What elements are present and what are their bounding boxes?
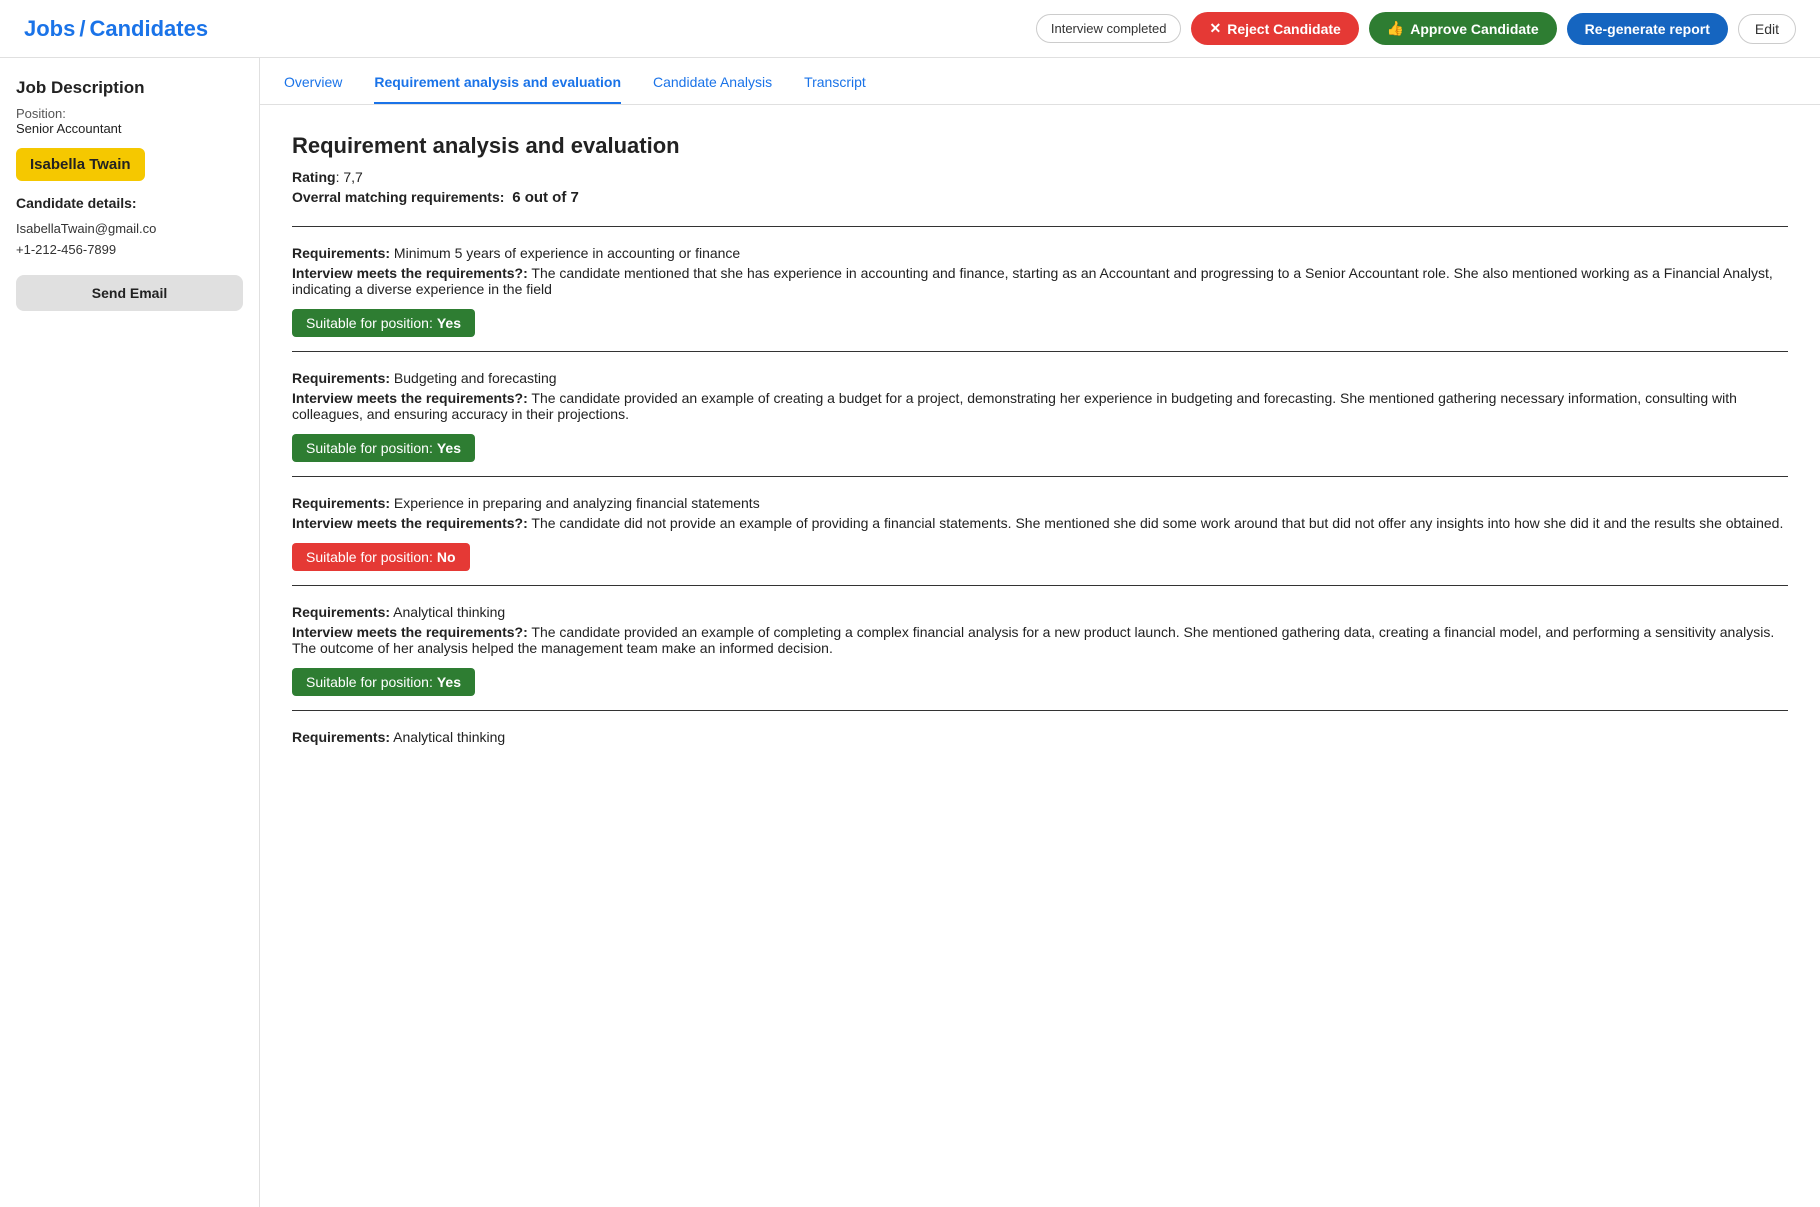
requirement-block-5: Requirements: Analytical thinking [292, 710, 1788, 763]
page-title: Requirement analysis and evaluation [292, 133, 1788, 159]
reject-candidate-button[interactable]: ✕ Reject Candidate [1191, 12, 1358, 45]
req-meets-4: Interview meets the requirements?: The c… [292, 624, 1788, 656]
regenerate-report-button[interactable]: Re-generate report [1567, 13, 1728, 45]
tabs: Overview Requirement analysis and evalua… [260, 58, 1820, 105]
req-meets-text-3: The candidate did not provide an example… [531, 515, 1783, 531]
req-meets-3: Interview meets the requirements?: The c… [292, 515, 1788, 531]
req-title-3: Requirements: Experience in preparing an… [292, 495, 1788, 511]
req-text-5: Analytical thinking [393, 729, 505, 745]
suitable-value-3: No [437, 549, 456, 565]
matching-label: Overral matching requirements: [292, 189, 504, 205]
req-title-4: Requirements: Analytical thinking [292, 604, 1788, 620]
tab-candidate-analysis[interactable]: Candidate Analysis [653, 58, 772, 104]
suitable-badge-3: Suitable for position: No [292, 543, 470, 571]
candidate-phone: +1-212-456-7899 [16, 242, 243, 257]
rating-value: 7,7 [343, 169, 362, 185]
reject-label: Reject Candidate [1227, 21, 1341, 37]
requirement-block-4: Requirements: Analytical thinking Interv… [292, 585, 1788, 710]
suitable-value-2: Yes [437, 440, 461, 456]
rating-line: Rating: 7,7 [292, 169, 1788, 185]
suitable-label-3: Suitable for position: [306, 549, 433, 565]
suitable-badge-2: Suitable for position: Yes [292, 434, 475, 462]
reject-icon: ✕ [1209, 20, 1221, 37]
approve-label: Approve Candidate [1410, 21, 1538, 37]
req-text-2: Budgeting and forecasting [394, 370, 557, 386]
req-title-2: Requirements: Budgeting and forecasting [292, 370, 1788, 386]
req-title-1: Requirements: Minimum 5 years of experie… [292, 245, 1788, 261]
suitable-value-1: Yes [437, 315, 461, 331]
tab-overview[interactable]: Overview [284, 58, 342, 104]
suitable-label-2: Suitable for position: [306, 440, 433, 456]
tab-requirement-analysis[interactable]: Requirement analysis and evaluation [374, 58, 621, 104]
header-actions: Interview completed ✕ Reject Candidate 👍… [1036, 12, 1796, 45]
req-text-3: Experience in preparing and analyzing fi… [394, 495, 760, 511]
requirement-block-3: Requirements: Experience in preparing an… [292, 476, 1788, 585]
status-badge: Interview completed [1036, 14, 1182, 43]
sidebar: Job Description Position: Senior Account… [0, 58, 260, 1207]
suitable-label-4: Suitable for position: [306, 674, 433, 690]
content-area: Overview Requirement analysis and evalua… [260, 58, 1820, 1207]
req-meets-2: Interview meets the requirements?: The c… [292, 390, 1788, 422]
candidate-name-badge: Isabella Twain [16, 148, 145, 181]
breadcrumb-separator: / [79, 16, 85, 42]
req-title-5: Requirements: Analytical thinking [292, 729, 1788, 745]
main-layout: Job Description Position: Senior Account… [0, 58, 1820, 1207]
suitable-badge-1: Suitable for position: Yes [292, 309, 475, 337]
tab-transcript[interactable]: Transcript [804, 58, 866, 104]
header: Jobs / Candidates Interview completed ✕ … [0, 0, 1820, 58]
requirement-block-1: Requirements: Minimum 5 years of experie… [292, 226, 1788, 351]
suitable-value-4: Yes [437, 674, 461, 690]
edit-button[interactable]: Edit [1738, 14, 1796, 44]
req-text-4: Analytical thinking [393, 604, 505, 620]
position-label: Position: [16, 106, 243, 121]
jobs-link[interactable]: Jobs [24, 16, 75, 42]
candidate-details-title: Candidate details: [16, 195, 243, 211]
req-meets-1: Interview meets the requirements?: The c… [292, 265, 1788, 297]
approve-icon: 👍 [1387, 20, 1404, 37]
req-text-1: Minimum 5 years of experience in account… [394, 245, 740, 261]
position-value: Senior Accountant [16, 121, 243, 136]
suitable-label-1: Suitable for position: [306, 315, 433, 331]
rating-label: Rating [292, 169, 336, 185]
send-email-button[interactable]: Send Email [16, 275, 243, 311]
approve-candidate-button[interactable]: 👍 Approve Candidate [1369, 12, 1557, 45]
matching-value: 6 out of 7 [512, 189, 579, 206]
candidate-email: IsabellaTwain@gmail.co [16, 221, 243, 236]
sidebar-job-description-title: Job Description [16, 78, 243, 98]
suitable-badge-4: Suitable for position: Yes [292, 668, 475, 696]
candidates-link[interactable]: Candidates [89, 16, 208, 42]
main-content: Requirement analysis and evaluation Rati… [260, 105, 1820, 791]
breadcrumb: Jobs / Candidates [24, 16, 208, 42]
requirement-block-2: Requirements: Budgeting and forecasting … [292, 351, 1788, 476]
matching-line: Overral matching requirements: 6 out of … [292, 189, 1788, 206]
